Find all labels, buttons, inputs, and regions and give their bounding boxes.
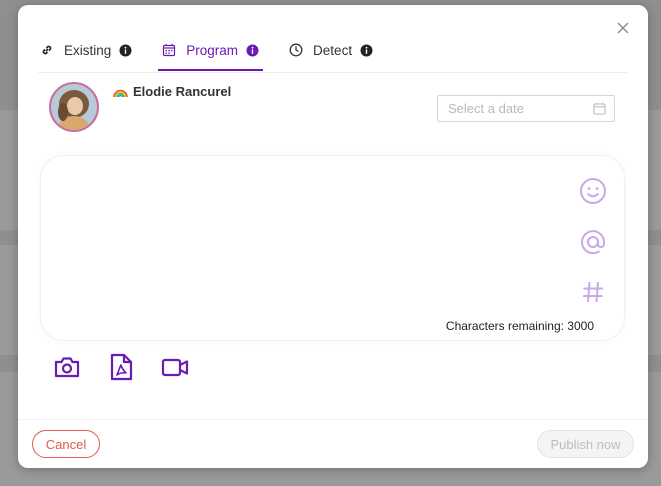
avatar-photo <box>51 84 97 130</box>
calendar-icon[interactable] <box>593 102 606 115</box>
publish-modal: Existing Program Detect Elodie Rancurel … <box>18 5 648 468</box>
link-icon <box>42 45 52 55</box>
info-icon[interactable] <box>360 44 373 57</box>
characters-remaining: Characters remaining: 3000 <box>445 319 594 333</box>
mention-icon[interactable] <box>578 227 608 257</box>
info-icon[interactable] <box>246 44 259 57</box>
hashtag-icon[interactable] <box>578 277 608 307</box>
tab-label: Existing <box>64 42 112 58</box>
tabs-divider <box>38 72 628 73</box>
pdf-icon[interactable] <box>106 352 136 382</box>
rainbow-icon <box>113 89 128 97</box>
avatar[interactable] <box>49 82 99 132</box>
post-editor[interactable]: Characters remaining: 3000 <box>40 155 625 341</box>
account-name-label: Elodie Rancurel <box>133 84 232 99</box>
cancel-button[interactable]: Cancel <box>32 430 100 458</box>
publish-now-button[interactable]: Publish now <box>537 430 634 458</box>
date-placeholder: Select a date <box>448 101 524 116</box>
video-icon[interactable] <box>160 352 190 382</box>
tab-label: Detect <box>313 42 353 58</box>
tab-program[interactable]: Program <box>158 35 263 71</box>
camera-icon[interactable] <box>52 352 82 382</box>
emoji-icon[interactable] <box>578 176 608 206</box>
tab-existing[interactable]: Existing <box>38 35 134 65</box>
close-icon[interactable] <box>614 19 632 37</box>
tab-bar: Existing Program Detect <box>38 35 401 73</box>
calendar-icon <box>163 44 176 57</box>
attachment-toolbar <box>52 352 214 382</box>
clock-icon <box>289 43 303 57</box>
date-picker-input[interactable]: Select a date <box>437 95 615 122</box>
footer-divider <box>18 419 648 420</box>
tab-label: Program <box>186 42 239 58</box>
info-icon[interactable] <box>119 44 132 57</box>
tab-detect[interactable]: Detect <box>287 35 375 65</box>
account-name: Elodie Rancurel <box>113 84 231 99</box>
